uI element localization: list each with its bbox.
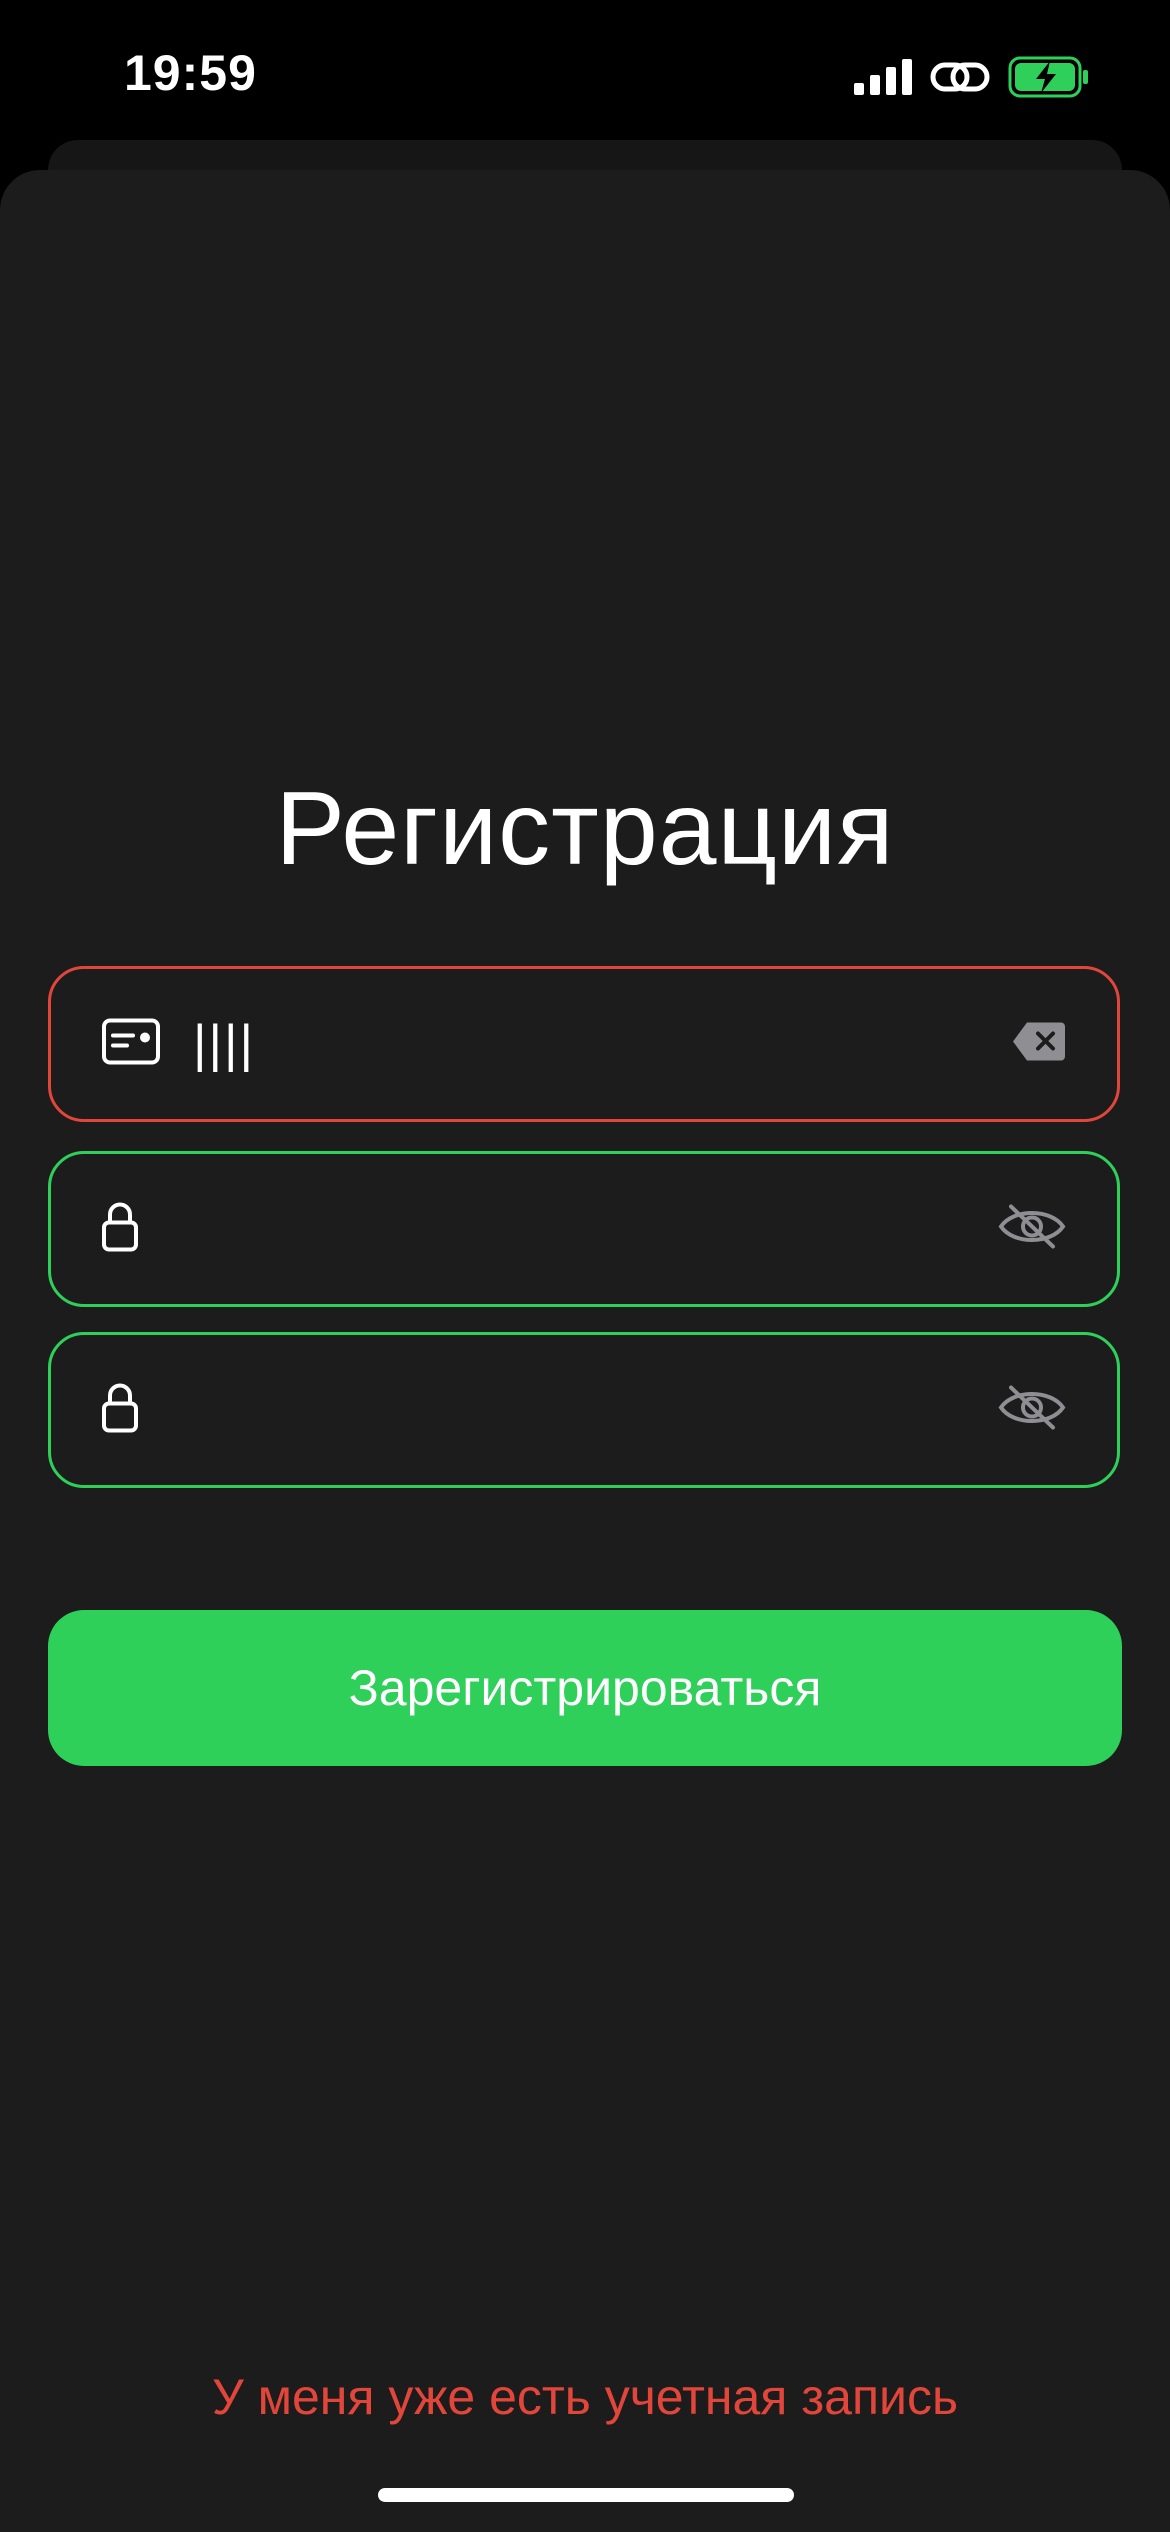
id-field-value[interactable]: |||| [193,1014,255,1074]
home-indicator[interactable] [378,2488,794,2502]
confirm-password-input[interactable] [193,1375,977,1453]
id-field[interactable]: |||| [48,966,1120,1122]
status-bar: 19:59 [0,0,1170,140]
page-title: Регистрация [275,771,895,887]
eye-slash-icon[interactable] [997,1203,1067,1256]
signal-icon [854,59,912,95]
eye-slash-icon[interactable] [997,1384,1067,1437]
login-link[interactable]: У меня уже есть учетная запись [0,2368,1170,2426]
battery-charging-icon [1008,56,1088,98]
status-icons [854,52,1090,102]
clear-backspace-icon[interactable] [1011,1021,1067,1068]
link-icon [930,62,990,92]
id-card-icon [101,1018,161,1071]
password-input[interactable] [193,1194,977,1272]
lock-icon [101,1382,139,1439]
password-field[interactable] [48,1151,1120,1307]
lock-icon [101,1201,139,1258]
register-button[interactable]: Зарегистрироваться [48,1610,1122,1766]
status-time: 19:59 [124,45,257,101]
confirm-password-field[interactable] [48,1332,1120,1488]
